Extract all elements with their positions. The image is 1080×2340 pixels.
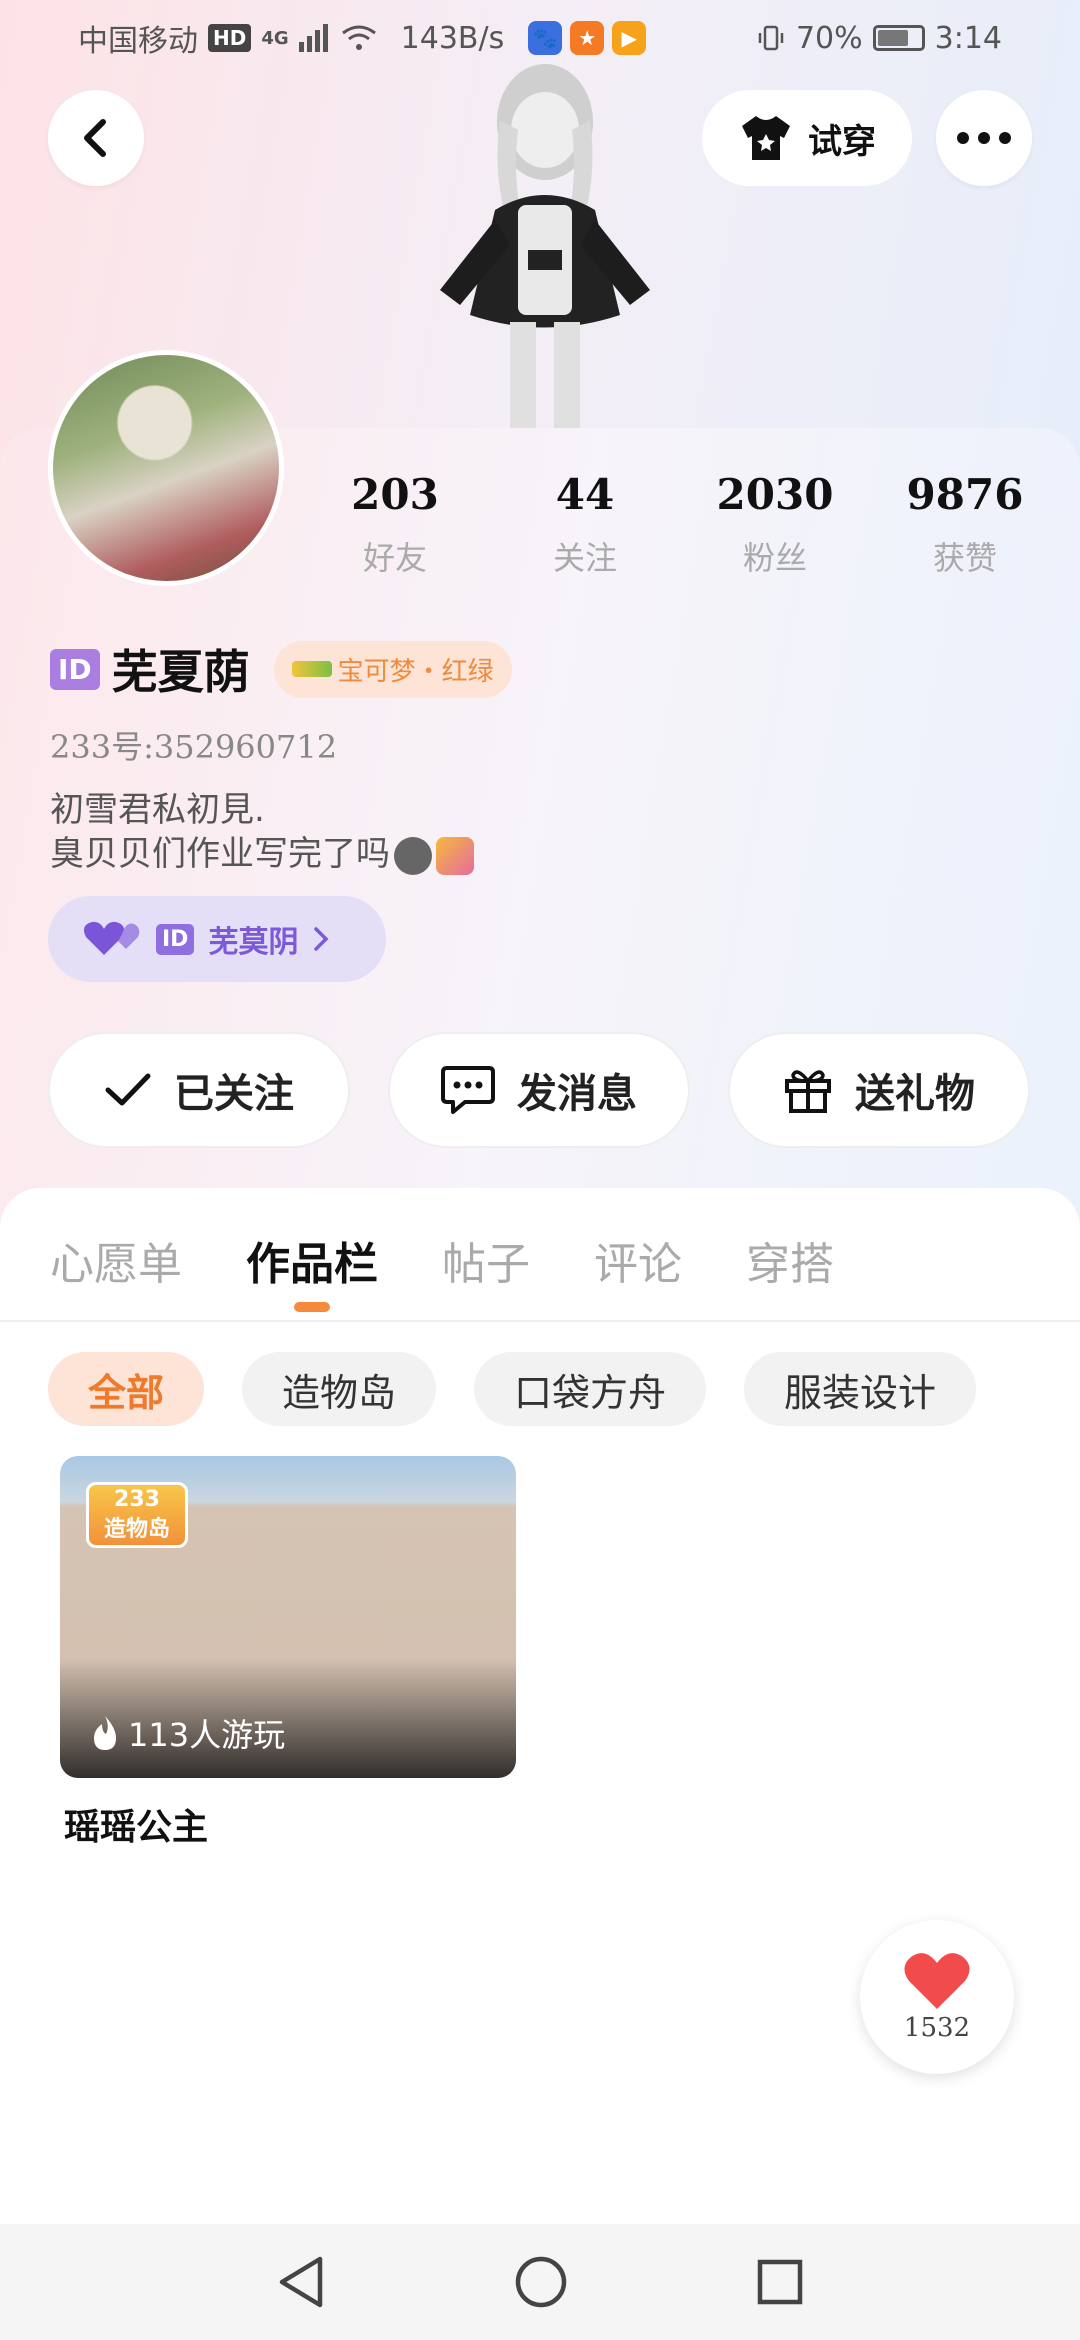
carrier-label: 中国移动: [78, 24, 198, 59]
filter-creation-island[interactable]: 造物岛: [242, 1352, 437, 1426]
system-nav-bar: [0, 2224, 1080, 2340]
tab-indicator: [294, 1302, 330, 1312]
video-app-icon: ▶: [612, 21, 647, 55]
avatar-3d-figure[interactable]: [400, 60, 690, 430]
name-row: ID 芜夏荫 宝可梦・红绿: [50, 636, 512, 702]
more-dots-icon: [957, 132, 1011, 144]
play-count-label: 113人游玩: [128, 1716, 286, 1754]
logo-line-1: 233: [114, 1487, 160, 1512]
home-circle-icon[interactable]: [514, 2255, 568, 2309]
stat-likes[interactable]: 9876 获赞: [870, 470, 1060, 579]
more-button[interactable]: [936, 90, 1032, 186]
battery-icon: [872, 25, 925, 51]
wifi-icon: [341, 25, 376, 50]
stat-fans[interactable]: 2030 粉丝: [680, 470, 870, 579]
bio: 初雪君私初見. 臭贝贝们作业写完了吗: [50, 788, 474, 876]
followed-button[interactable]: 已关注: [48, 1032, 350, 1148]
tab-comments[interactable]: 评论: [594, 1228, 682, 1292]
tab-bar: 心愿单 作品栏 帖子 评论 穿搭: [50, 1228, 898, 1312]
like-button[interactable]: 1532: [860, 1920, 1014, 2074]
gift-label: 送礼物: [855, 1071, 975, 1117]
moon-emoji-icon: [394, 836, 432, 875]
chevron-left-icon: [84, 119, 106, 157]
gift-icon: [785, 1070, 831, 1113]
filter-all[interactable]: 全部: [48, 1352, 205, 1426]
avatar[interactable]: [48, 350, 284, 586]
content-panel: 心愿单 作品栏 帖子 评论 穿搭 全部 造物岛 口袋方舟 服装设计 233 造物…: [0, 1188, 1080, 2228]
tshirt-icon: [742, 116, 790, 160]
tab-works[interactable]: 作品栏: [246, 1228, 378, 1312]
tab-posts[interactable]: 帖子: [442, 1228, 530, 1292]
game-tag-label: 宝可梦・红绿: [337, 656, 494, 687]
bio-line-2: 臭贝贝们作业写完了吗: [50, 834, 390, 874]
stat-label: 好友: [362, 539, 427, 577]
hd-icon: HD: [208, 24, 252, 52]
network-label: 4G: [261, 27, 289, 49]
tab-works-label: 作品栏: [246, 1239, 378, 1290]
network-speed: 143B/s: [400, 20, 505, 56]
chat-bubble-icon: [441, 1066, 495, 1114]
check-icon: [105, 1073, 151, 1106]
like-count: 1532: [903, 2013, 971, 2043]
stat-following[interactable]: 44 关注: [490, 470, 680, 579]
id-badge-icon: ID: [50, 648, 100, 690]
stat-label: 关注: [552, 539, 617, 577]
followed-label: 已关注: [174, 1071, 294, 1117]
tab-wishlist[interactable]: 心愿单: [50, 1228, 182, 1292]
chevron-right-icon: [314, 927, 329, 951]
battery-percent: 70%: [795, 20, 863, 56]
game-app-icon: ★: [570, 21, 605, 55]
recents-square-icon[interactable]: [756, 2258, 804, 2306]
game-tag[interactable]: 宝可梦・红绿: [273, 640, 512, 698]
tab-divider: [0, 1320, 1080, 1322]
filter-fashion-design[interactable]: 服装设计: [744, 1352, 977, 1426]
partner-chip[interactable]: ID 芜莫阴: [48, 896, 386, 982]
clock: 3:14: [934, 20, 1002, 56]
stat-label: 获赞: [932, 539, 997, 577]
logo-line-2: 造物岛: [103, 1517, 170, 1542]
nail-polish-emoji-icon: [436, 836, 474, 875]
stat-label: 粉丝: [742, 539, 807, 577]
user-id[interactable]: 233号:352960712: [50, 722, 337, 768]
flame-icon: [94, 1716, 116, 1750]
gift-button[interactable]: 送礼物: [728, 1032, 1030, 1148]
stat-value: 2030: [716, 470, 834, 519]
back-triangle-icon[interactable]: [276, 2255, 326, 2309]
bio-line-1: 初雪君私初見.: [50, 790, 265, 830]
filter-pocket-ark[interactable]: 口袋方舟: [474, 1352, 707, 1426]
try-on-button[interactable]: 试穿: [702, 90, 912, 186]
stat-value: 44: [555, 470, 615, 519]
double-heart-icon: [84, 921, 140, 955]
message-button[interactable]: 发消息: [388, 1032, 690, 1148]
heart-icon: [904, 1953, 970, 2009]
try-on-label: 试穿: [808, 121, 876, 162]
work-card[interactable]: 233 造物岛 113人游玩: [60, 1456, 516, 1778]
game-logo-icon: [291, 661, 332, 677]
stat-value: 203: [351, 470, 439, 519]
creation-island-logo: 233 造物岛: [86, 1482, 188, 1548]
partner-id-badge-icon: ID: [156, 923, 195, 955]
play-count: 113人游玩: [90, 1710, 285, 1756]
back-button[interactable]: [48, 90, 144, 186]
user-name: 芜夏荫: [111, 645, 250, 699]
message-label: 发消息: [517, 1071, 637, 1117]
tab-outfits[interactable]: 穿搭: [746, 1228, 834, 1292]
signal-icon: [298, 24, 328, 52]
work-title[interactable]: 瑶瑶公主: [64, 1798, 208, 1850]
baidu-app-icon: 🐾: [528, 21, 563, 55]
partner-name: 芜莫阴: [208, 925, 299, 960]
vibrate-icon: [758, 25, 784, 51]
stat-friends[interactable]: 203 好友: [300, 470, 490, 579]
stat-value: 9876: [906, 470, 1024, 519]
filter-chips: 全部 造物岛 口袋方舟 服装设计: [48, 1352, 977, 1426]
stats-row: 203 好友 44 关注 2030 粉丝 9876 获赞: [300, 470, 1060, 579]
